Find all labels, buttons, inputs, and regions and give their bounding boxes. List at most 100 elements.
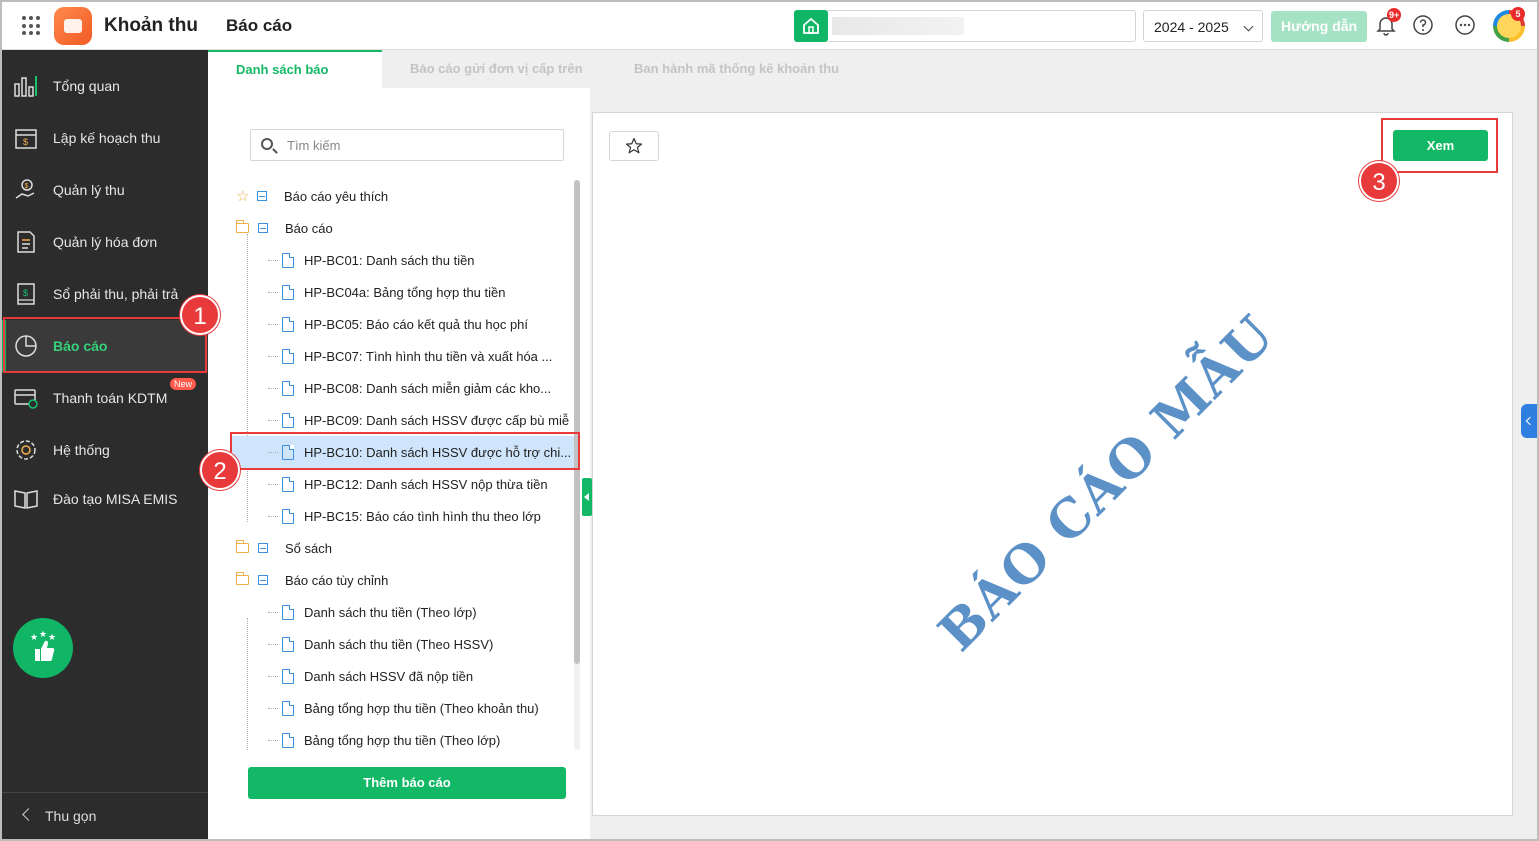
sidebar-item-quan-ly-thu[interactable]: $ Quản lý thu	[2, 164, 208, 216]
tree-custom-item[interactable]: Danh sách thu tiền (Theo lớp)	[268, 596, 578, 628]
document-icon	[282, 668, 294, 684]
right-panel-toggle-icon[interactable]	[1521, 404, 1537, 438]
panel-collapse-handle[interactable]	[582, 478, 592, 516]
tab-bao-cao-gui-cap-tren[interactable]: Báo cáo gửi đơn vị cấp trên	[382, 50, 611, 88]
add-report-button[interactable]: Thêm báo cáo	[248, 767, 566, 799]
document-icon	[282, 700, 294, 716]
chevron-down-icon	[1243, 21, 1254, 32]
tree-report-item[interactable]: HP-BC08: Danh sách miễn giảm các kho...	[268, 372, 578, 404]
chevron-left-icon	[22, 808, 35, 821]
tree-line	[268, 420, 278, 421]
tree-node-bao-cao-tuy-chinh[interactable]: Báo cáo tùy chỉnh	[236, 564, 576, 596]
help-icon[interactable]	[1412, 14, 1436, 38]
annotation-number-2: 2	[200, 450, 240, 490]
calendar-money-icon: $	[12, 124, 40, 152]
tree-line	[268, 324, 278, 325]
tree-custom-item[interactable]: Bảng tổng hợp thu tiền (Theo lớp)	[268, 724, 578, 750]
tree-custom-item[interactable]: Danh sách HSSV đã nộp tiền	[268, 660, 578, 692]
sidebar-item-he-thong[interactable]: Hệ thống	[2, 424, 208, 476]
tree-report-item[interactable]: HP-BC04a: Bảng tổng hợp thu tiền	[268, 276, 578, 308]
sidebar-item-dao-tao[interactable]: Đào tạo MISA EMIS	[2, 473, 208, 525]
svg-text:★: ★	[30, 633, 38, 643]
school-selector[interactable]	[828, 10, 1136, 42]
tree-node-label: Bảng tổng hợp thu tiền (Theo khoản thu)	[304, 700, 539, 716]
app-logo-icon	[54, 7, 92, 45]
sidebar: Tổng quan $ Lập kế hoạch thu $ Quản lý t…	[2, 50, 208, 839]
document-icon	[282, 508, 294, 524]
bell-icon[interactable]: 9+	[1375, 8, 1402, 38]
chart-bars-icon	[12, 72, 40, 100]
tree-node-label: HP-BC15: Báo cáo tình hình thu theo lớp	[304, 508, 541, 524]
home-icon[interactable]	[794, 10, 828, 42]
more-icon[interactable]	[1454, 14, 1478, 38]
card-check-icon	[12, 384, 40, 412]
document-icon	[282, 348, 294, 364]
document-icon	[282, 380, 294, 396]
sidebar-item-label: Quản lý thu	[53, 182, 125, 198]
annotation-box-1	[3, 317, 207, 373]
tree-line	[268, 676, 278, 677]
tab-danh-sach-bao-cao[interactable]: Danh sách báo cáo	[208, 50, 382, 113]
sidebar-item-label: Lập kế hoạch thu	[53, 130, 161, 146]
tree-report-item[interactable]: HP-BC07: Tình hình thu tiền và xuất hóa …	[268, 340, 578, 372]
svg-text:★: ★	[39, 631, 47, 640]
app-name: Khoản thu	[104, 15, 198, 36]
tree-node-favorites[interactable]: ☆ Báo cáo yêu thích	[236, 180, 576, 212]
tree-report-item[interactable]: HP-BC05: Báo cáo kết quả thu học phí	[268, 308, 578, 340]
tree-node-label: HP-BC07: Tình hình thu tiền và xuất hóa …	[304, 348, 553, 364]
tree-report-item[interactable]: HP-BC01: Danh sách thu tiền	[268, 244, 578, 276]
search-icon	[261, 138, 273, 150]
tab-ban-hanh-ma-thong-ke[interactable]: Ban hành mã thống kê khoản thu	[606, 50, 867, 88]
sidebar-item-label: Quản lý hóa đơn	[53, 234, 158, 250]
top-header: Khoản thu Báo cáo 2024 - 2025 Hướng dẫn …	[2, 2, 1537, 50]
book-icon	[12, 485, 40, 513]
sidebar-item-thanh-toan-kdtm[interactable]: Thanh toán KDTM New	[2, 372, 208, 424]
collapse-minus-icon[interactable]	[258, 575, 268, 585]
favorite-star-button[interactable]	[609, 131, 659, 161]
document-icon	[282, 412, 294, 428]
tree-line	[268, 388, 278, 389]
sidebar-item-label: Sổ phải thu, phải trả	[53, 286, 179, 302]
star-icon	[625, 137, 643, 154]
tree-line	[268, 740, 278, 741]
collapse-minus-icon[interactable]	[258, 223, 268, 233]
tree-node-bao-cao[interactable]: Báo cáo	[236, 212, 576, 244]
sidebar-item-tong-quan[interactable]: Tổng quan	[2, 60, 208, 112]
search-input[interactable]: Tìm kiếm	[250, 129, 564, 161]
collapse-minus-icon[interactable]	[258, 543, 268, 553]
tree-line	[247, 234, 248, 522]
school-name-redacted	[832, 17, 964, 35]
sidebar-item-so-phai-thu[interactable]: $ Sổ phải thu, phải trả	[2, 268, 208, 320]
tab-bar: Danh sách báo cáo Báo cáo gửi đơn vị cấp…	[208, 50, 1537, 113]
document-icon	[282, 732, 294, 748]
new-badge: New	[169, 378, 196, 390]
annotation-box-3	[1381, 118, 1498, 173]
tree-node-label: Danh sách thu tiền (Theo lớp)	[304, 604, 477, 620]
tree-custom-item[interactable]: Danh sách thu tiền (Theo HSSV)	[268, 628, 578, 660]
school-year-value: 2024 - 2025	[1154, 19, 1229, 35]
collapse-minus-icon[interactable]	[257, 191, 267, 201]
tree-line	[268, 484, 278, 485]
guide-button[interactable]: Hướng dẫn	[1271, 11, 1367, 42]
avatar[interactable]: 5	[1493, 7, 1525, 42]
tree-node-label: Báo cáo yêu thích	[284, 188, 389, 204]
tree-line	[268, 708, 278, 709]
svg-text:★: ★	[48, 633, 56, 643]
sidebar-item-label: Tổng quan	[53, 78, 120, 94]
scrollbar-thumb[interactable]	[574, 180, 580, 664]
collapse-button[interactable]: Thu gọn	[2, 792, 208, 838]
folder-icon	[236, 540, 249, 553]
school-year-select[interactable]: 2024 - 2025	[1143, 10, 1263, 42]
sidebar-item-lap-ke-hoach-thu[interactable]: $ Lập kế hoạch thu	[2, 112, 208, 164]
tree-report-item[interactable]: HP-BC12: Danh sách HSSV nộp thừa tiền	[268, 468, 578, 500]
app-grid-icon[interactable]	[22, 16, 42, 36]
feedback-like-icon[interactable]: ★ ★ ★	[13, 618, 73, 678]
annotation-box-2	[230, 432, 580, 470]
tree-custom-item[interactable]: Bảng tổng hợp thu tiền (Theo khoản thu)	[268, 692, 578, 724]
tree-report-item[interactable]: HP-BC15: Báo cáo tình hình thu theo lớp	[268, 500, 578, 532]
sidebar-item-quan-ly-hoa-don[interactable]: Quản lý hóa đơn	[2, 216, 208, 268]
annotation-number-3: 3	[1359, 161, 1399, 201]
tree-node-so-sach[interactable]: Sổ sách	[236, 532, 576, 564]
document-icon	[282, 284, 294, 300]
svg-text:$: $	[23, 288, 28, 298]
